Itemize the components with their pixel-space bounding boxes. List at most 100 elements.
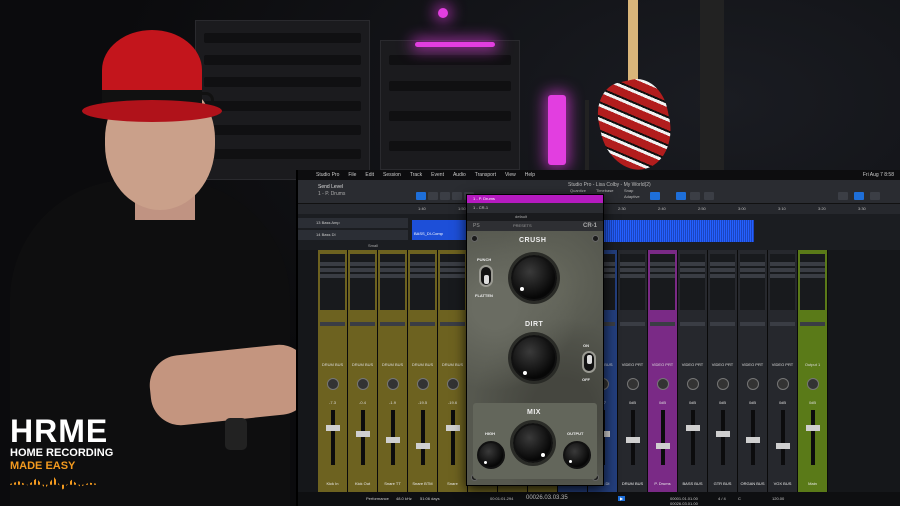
volume-fader[interactable] xyxy=(331,410,335,465)
insert-slot[interactable] xyxy=(770,274,795,278)
edit-view-button[interactable] xyxy=(838,192,848,200)
pan-knob[interactable] xyxy=(717,378,729,390)
bypass-switch[interactable] xyxy=(582,351,596,373)
channel-strip[interactable]: Output 1 0dB Main xyxy=(798,250,828,492)
timebase-label[interactable]: Timebase xyxy=(596,188,613,193)
insert-slot[interactable] xyxy=(620,274,645,278)
tempo-display[interactable]: 120.00 xyxy=(772,496,784,501)
output-bus[interactable]: VIDEO PRT xyxy=(740,362,765,372)
output-bus[interactable]: DRUM BUS xyxy=(380,362,405,372)
menu-track[interactable]: Track xyxy=(410,172,422,178)
fader-cap[interactable] xyxy=(626,437,640,443)
channel-name[interactable]: DRUM BUS xyxy=(618,480,647,488)
output-bus[interactable]: VIDEO PRT xyxy=(620,362,645,372)
presets-button[interactable]: PRESETS xyxy=(513,221,532,231)
pan-knob[interactable] xyxy=(747,378,759,390)
insert-slot[interactable] xyxy=(320,262,345,266)
play-button[interactable]: ▶ xyxy=(618,496,626,501)
channel-name[interactable]: Snare TT xyxy=(378,480,407,488)
menu-view[interactable]: View xyxy=(505,172,516,178)
mix-knob[interactable] xyxy=(513,423,553,463)
channel-name[interactable]: Snare xyxy=(438,480,467,488)
high-knob[interactable] xyxy=(477,441,505,469)
track-header-bass-di[interactable]: 14 Bass DI xyxy=(298,230,408,240)
channel-strip[interactable]: DRUM BUS -1.9 Snare TT xyxy=(378,250,408,492)
view-button[interactable] xyxy=(704,192,714,200)
time-signature[interactable]: 4 / 4 xyxy=(718,496,726,501)
fader-cap[interactable] xyxy=(776,443,790,449)
insert-slot[interactable] xyxy=(770,268,795,272)
snap-toggle-button[interactable] xyxy=(650,192,660,200)
fader-cap[interactable] xyxy=(446,425,460,431)
arrow-tool-button[interactable] xyxy=(416,192,426,200)
insert-slot[interactable] xyxy=(800,274,825,278)
fader-cap[interactable] xyxy=(746,437,760,443)
dirt-knob[interactable] xyxy=(511,335,557,381)
channel-name[interactable]: BASS BUS xyxy=(678,480,707,488)
send-slot[interactable] xyxy=(710,322,735,326)
insert-slot[interactable] xyxy=(740,268,765,272)
send-slot[interactable] xyxy=(410,322,435,326)
insert-slot[interactable] xyxy=(650,268,675,272)
pan-knob[interactable] xyxy=(417,378,429,390)
insert-slot[interactable] xyxy=(350,262,375,266)
range-tool-button[interactable] xyxy=(428,192,438,200)
pan-knob[interactable] xyxy=(777,378,789,390)
menu-app[interactable]: Studio Pro xyxy=(316,172,339,178)
insert-slot[interactable] xyxy=(710,274,735,278)
pan-knob[interactable] xyxy=(657,378,669,390)
send-slot[interactable] xyxy=(800,322,825,326)
volume-fader[interactable] xyxy=(691,410,695,465)
mix-view-button[interactable] xyxy=(854,192,864,200)
send-slot[interactable] xyxy=(620,322,645,326)
send-slot[interactable] xyxy=(740,322,765,326)
fader-cap[interactable] xyxy=(356,431,370,437)
volume-fader[interactable] xyxy=(451,410,455,465)
insert-slot[interactable] xyxy=(620,262,645,266)
output-bus[interactable]: VIDEO PRT xyxy=(710,362,735,372)
channel-strip[interactable]: VIDEO PRT 0dB P. Drums xyxy=(648,250,678,492)
channel-strip[interactable]: VIDEO PRT 0dB DRUM BUS xyxy=(618,250,648,492)
audio-clip-waveform[interactable] xyxy=(604,220,754,242)
volume-fader[interactable] xyxy=(811,410,815,465)
punch-flatten-switch[interactable] xyxy=(479,265,493,287)
channel-name[interactable]: Main xyxy=(798,480,827,488)
channel-name[interactable]: GTR BUS xyxy=(708,480,737,488)
output-knob[interactable] xyxy=(563,441,591,469)
snap-label[interactable]: Snap xyxy=(624,188,633,193)
insert-slot[interactable] xyxy=(440,274,465,278)
output-bus[interactable]: Output 1 xyxy=(800,362,825,372)
crush-knob[interactable] xyxy=(511,255,557,301)
volume-fader[interactable] xyxy=(661,410,665,465)
send-slot[interactable] xyxy=(770,322,795,326)
track-header-bass-amp[interactable]: 13 Bass Amp xyxy=(298,218,408,228)
send-slot[interactable] xyxy=(680,322,705,326)
insert-slot[interactable] xyxy=(440,262,465,266)
insert-slot[interactable] xyxy=(740,274,765,278)
channel-strip[interactable]: VIDEO PRT 0dB BASS BUS xyxy=(678,250,708,492)
insert-slot[interactable] xyxy=(320,274,345,278)
channel-name[interactable]: Snare BTM xyxy=(408,480,437,488)
insert-slot[interactable] xyxy=(710,262,735,266)
pan-knob[interactable] xyxy=(807,378,819,390)
insert-slot[interactable] xyxy=(650,262,675,266)
send-slot[interactable] xyxy=(380,322,405,326)
volume-fader[interactable] xyxy=(421,410,425,465)
quantize-label[interactable]: Quantize xyxy=(570,188,586,193)
output-bus[interactable]: DRUM BUS xyxy=(440,362,465,372)
send-slot[interactable] xyxy=(440,322,465,326)
volume-fader[interactable] xyxy=(781,410,785,465)
fader-cap[interactable] xyxy=(416,443,430,449)
plugin-titlebar[interactable]: 1 - P. Drums xyxy=(467,195,603,203)
adaptive-label[interactable]: Adaptive xyxy=(624,194,640,199)
pan-knob[interactable] xyxy=(327,378,339,390)
channel-strip[interactable]: VIDEO PRT 0dB VOX BUS xyxy=(768,250,798,492)
output-bus[interactable]: VIDEO PRT xyxy=(680,362,705,372)
pan-knob[interactable] xyxy=(447,378,459,390)
channel-strip[interactable]: VIDEO PRT 0dB ORGAN BUS xyxy=(738,250,768,492)
channel-strip[interactable]: DRUM BUS -7.3 Kick In xyxy=(318,250,348,492)
fader-cap[interactable] xyxy=(326,425,340,431)
channel-strip[interactable]: VIDEO PRT 0dB GTR BUS xyxy=(708,250,738,492)
menu-session[interactable]: Session xyxy=(383,172,401,178)
fader-cap[interactable] xyxy=(656,443,670,449)
